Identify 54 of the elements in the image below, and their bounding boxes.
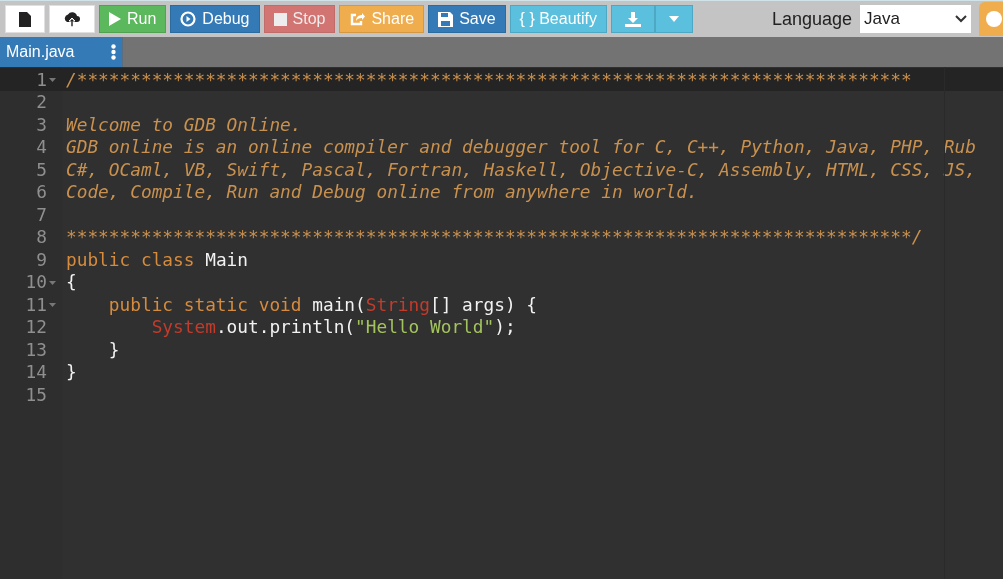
- language-label: Language: [771, 8, 852, 30]
- line-number: 15: [25, 383, 47, 405]
- line-number: 12: [25, 316, 47, 338]
- line-number: 5: [36, 158, 47, 180]
- code-editor[interactable]: [0, 67, 1003, 579]
- more-button[interactable]: [655, 5, 693, 33]
- line-number: 9: [36, 248, 47, 270]
- new-file-button[interactable]: [5, 5, 45, 33]
- fold-caret-icon[interactable]: [49, 78, 56, 83]
- code-line: {: [66, 271, 77, 293]
- line-number: 8: [36, 226, 47, 248]
- settings-button[interactable]: [979, 2, 1003, 36]
- line-number: 13: [25, 338, 47, 360]
- line-number: 11: [25, 293, 47, 315]
- tab-label: Main.java: [6, 43, 75, 61]
- line-number: 1: [36, 68, 47, 90]
- download-icon: [625, 11, 641, 27]
- file-icon: [19, 11, 31, 27]
- file-tab[interactable]: Main.java: [0, 37, 123, 67]
- line-number: 7: [36, 203, 47, 225]
- chevron-down-icon: [955, 15, 967, 23]
- circle-icon: [985, 10, 1003, 28]
- run-button[interactable]: Run: [99, 5, 167, 33]
- line-number: 3: [36, 113, 47, 135]
- kebab-menu-icon[interactable]: [111, 44, 116, 60]
- code-line: Welcome to GDB Online.: [66, 113, 302, 135]
- code-line: GDB online is an online compiler and debugger tool for C, C++, Python, Java, PHP, Rub: [66, 136, 976, 158]
- code-line: /******************************************************************************: [66, 68, 912, 90]
- play-icon: [109, 12, 121, 26]
- line-number: 2: [36, 91, 47, 113]
- code-line: }: [66, 361, 77, 383]
- share-icon: [349, 11, 366, 27]
- play-circle-icon: [180, 11, 197, 27]
- code-line: C#, OCaml, VB, Swift, Pascal, Fortran, Haskell, Objective-C, Assembly, HTML, CSS, JS,: [66, 158, 976, 180]
- code-line: Code, Compile, Run and Debug online from anywhere in world.: [66, 181, 698, 203]
- language-select[interactable]: Java: [860, 5, 971, 33]
- line-number: 4: [36, 136, 47, 158]
- line-number: 6: [36, 181, 47, 203]
- code-line: }: [107, 338, 120, 360]
- download-button[interactable]: [611, 5, 655, 33]
- code-line: System.out.println("Hello World");: [150, 316, 516, 338]
- code-line: public class Main: [66, 248, 248, 270]
- save-button[interactable]: Save: [428, 5, 506, 33]
- debug-button[interactable]: Debug: [170, 5, 260, 33]
- fold-caret-icon[interactable]: [49, 303, 56, 308]
- cloud-upload-icon: [63, 11, 81, 27]
- fold-caret-icon[interactable]: [49, 280, 56, 285]
- code-line: public static void main(String[] args) {: [107, 293, 538, 315]
- upload-button[interactable]: [49, 5, 95, 33]
- code-line: *******************************************************************************/: [66, 226, 923, 248]
- line-number: 14: [25, 361, 47, 383]
- stop-icon: [273, 12, 287, 26]
- line-number: 10: [25, 271, 47, 293]
- caret-down-icon: [669, 16, 679, 22]
